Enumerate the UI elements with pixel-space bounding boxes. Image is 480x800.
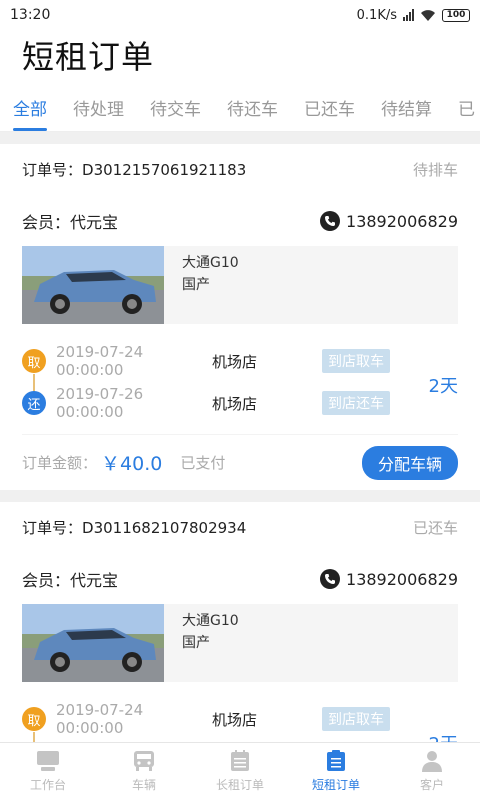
member-row: 会员：代元宝 13892006829	[22, 198, 458, 244]
return-row: 还 2019-07-26 00:00:00 机场店 到店还车	[22, 385, 390, 421]
order-header: 订单号：D3011682107802934 已还车	[22, 502, 458, 552]
pickup-tag: 到店取车	[322, 707, 390, 731]
nav-long-rent[interactable]: 长租订单	[192, 743, 288, 800]
order-status: 待排车	[412, 160, 458, 179]
car-info-box[interactable]: 大通G10 国产	[22, 604, 458, 682]
status-indicators: 0.1K/s 100	[357, 8, 470, 23]
order-card[interactable]: 订单号：D3011682107802934 已还车 会员：代元宝 1389200…	[0, 502, 480, 742]
nav-customers[interactable]: 客户	[384, 743, 480, 800]
tab-more[interactable]: 已	[445, 92, 480, 131]
return-store: 机场店	[212, 394, 258, 413]
bottom-nav: 工作台 车辆 长租订单 短租订单 客户	[0, 742, 480, 800]
pickup-row: 取 2019-07-24 00:00:00 机场店 到店取车	[22, 343, 390, 379]
order-number: 订单号：D3012157061921183	[22, 160, 247, 179]
rental-days: 2天	[429, 730, 458, 742]
car-origin: 国产	[182, 277, 210, 293]
car-origin: 国产	[182, 635, 210, 651]
tab-to-settle[interactable]: 待结算	[368, 92, 445, 131]
return-tag: 到店还车	[322, 391, 390, 415]
tab-to-deliver[interactable]: 待交车	[137, 92, 214, 131]
car-model: 大通G10	[182, 613, 239, 629]
phone-link[interactable]: 13892006829	[320, 211, 458, 231]
nav-short-rent[interactable]: 短租订单	[288, 743, 384, 800]
order-header: 订单号：D3012157061921183 待排车	[22, 144, 458, 194]
person-icon	[420, 750, 444, 772]
pay-status: 已支付	[180, 454, 226, 472]
battery-icon: 100	[442, 8, 470, 22]
status-bar: 13:20 0.1K/s 100	[0, 0, 480, 30]
clipboard-icon	[324, 750, 348, 772]
trip-schedule: 取 2019-07-24 00:00:00 机场店 到店取车 还 2019-07…	[22, 324, 458, 434]
order-list: 订单号：D3012157061921183 待排车 会员：代元宝 1389200…	[0, 132, 480, 742]
network-speed: 0.1K/s	[356, 7, 397, 23]
order-number: 订单号：D3011682107802934	[22, 518, 247, 537]
member-name: 会员：代元宝	[22, 213, 119, 232]
car-icon	[132, 750, 156, 772]
tab-all[interactable]: 全部	[0, 92, 60, 131]
car-photo	[22, 246, 164, 324]
status-time: 13:20	[10, 7, 51, 23]
car-details: 大通G10 国产	[164, 604, 257, 682]
car-photo	[22, 604, 164, 682]
order-card[interactable]: 订单号：D3012157061921183 待排车 会员：代元宝 1389200…	[0, 144, 480, 490]
order-status: 已还车	[412, 518, 458, 537]
pickup-time: 2019-07-24 00:00:00	[56, 701, 144, 737]
car-info-box[interactable]: 大通G10 国产	[22, 246, 458, 324]
nav-vehicles[interactable]: 车辆	[96, 743, 192, 800]
phone-link[interactable]: 13892006829	[320, 569, 458, 589]
calendar-list-icon	[228, 750, 252, 772]
pickup-tag: 到店取车	[322, 349, 390, 373]
tab-pending[interactable]: 待处理	[60, 92, 137, 131]
wifi-icon	[421, 9, 435, 21]
amount-row: 订单金额： ￥40.0 已支付 分配车辆	[22, 434, 458, 490]
desktop-icon	[36, 750, 60, 772]
pickup-time: 2019-07-24 00:00:00	[56, 343, 144, 379]
return-badge: 还	[22, 391, 46, 415]
trip-schedule: 取 2019-07-24 00:00:00 机场店 到店取车 2天	[22, 682, 458, 742]
pickup-badge: 取	[22, 349, 46, 373]
amount-label: 订单金额：	[22, 454, 98, 472]
signal-icon	[403, 9, 414, 21]
nav-workbench[interactable]: 工作台	[0, 743, 96, 800]
car-model: 大通G10	[182, 255, 239, 271]
pickup-store: 机场店	[212, 352, 258, 371]
order-amount: ￥40.0	[101, 453, 163, 475]
return-time: 2019-07-26 00:00:00	[56, 385, 144, 421]
member-row: 会员：代元宝 13892006829	[22, 556, 458, 602]
member-name: 会员：代元宝	[22, 571, 119, 590]
pickup-store: 机场店	[212, 710, 258, 729]
pickup-row: 取 2019-07-24 00:00:00 机场店 到店取车	[22, 701, 390, 737]
status-tabs: 全部 待处理 待交车 待还车 已还车 待结算 已	[0, 92, 480, 132]
pickup-badge: 取	[22, 707, 46, 731]
car-details: 大通G10 国产	[164, 246, 257, 324]
phone-icon	[320, 569, 341, 589]
page-title: 短租订单	[22, 38, 155, 76]
assign-vehicle-button[interactable]: 分配车辆	[361, 445, 458, 480]
tab-returned[interactable]: 已还车	[291, 92, 368, 131]
phone-icon	[320, 211, 341, 231]
timeline-line	[33, 732, 35, 742]
rental-days: 2天	[428, 376, 458, 397]
tab-to-return[interactable]: 待还车	[214, 92, 291, 131]
